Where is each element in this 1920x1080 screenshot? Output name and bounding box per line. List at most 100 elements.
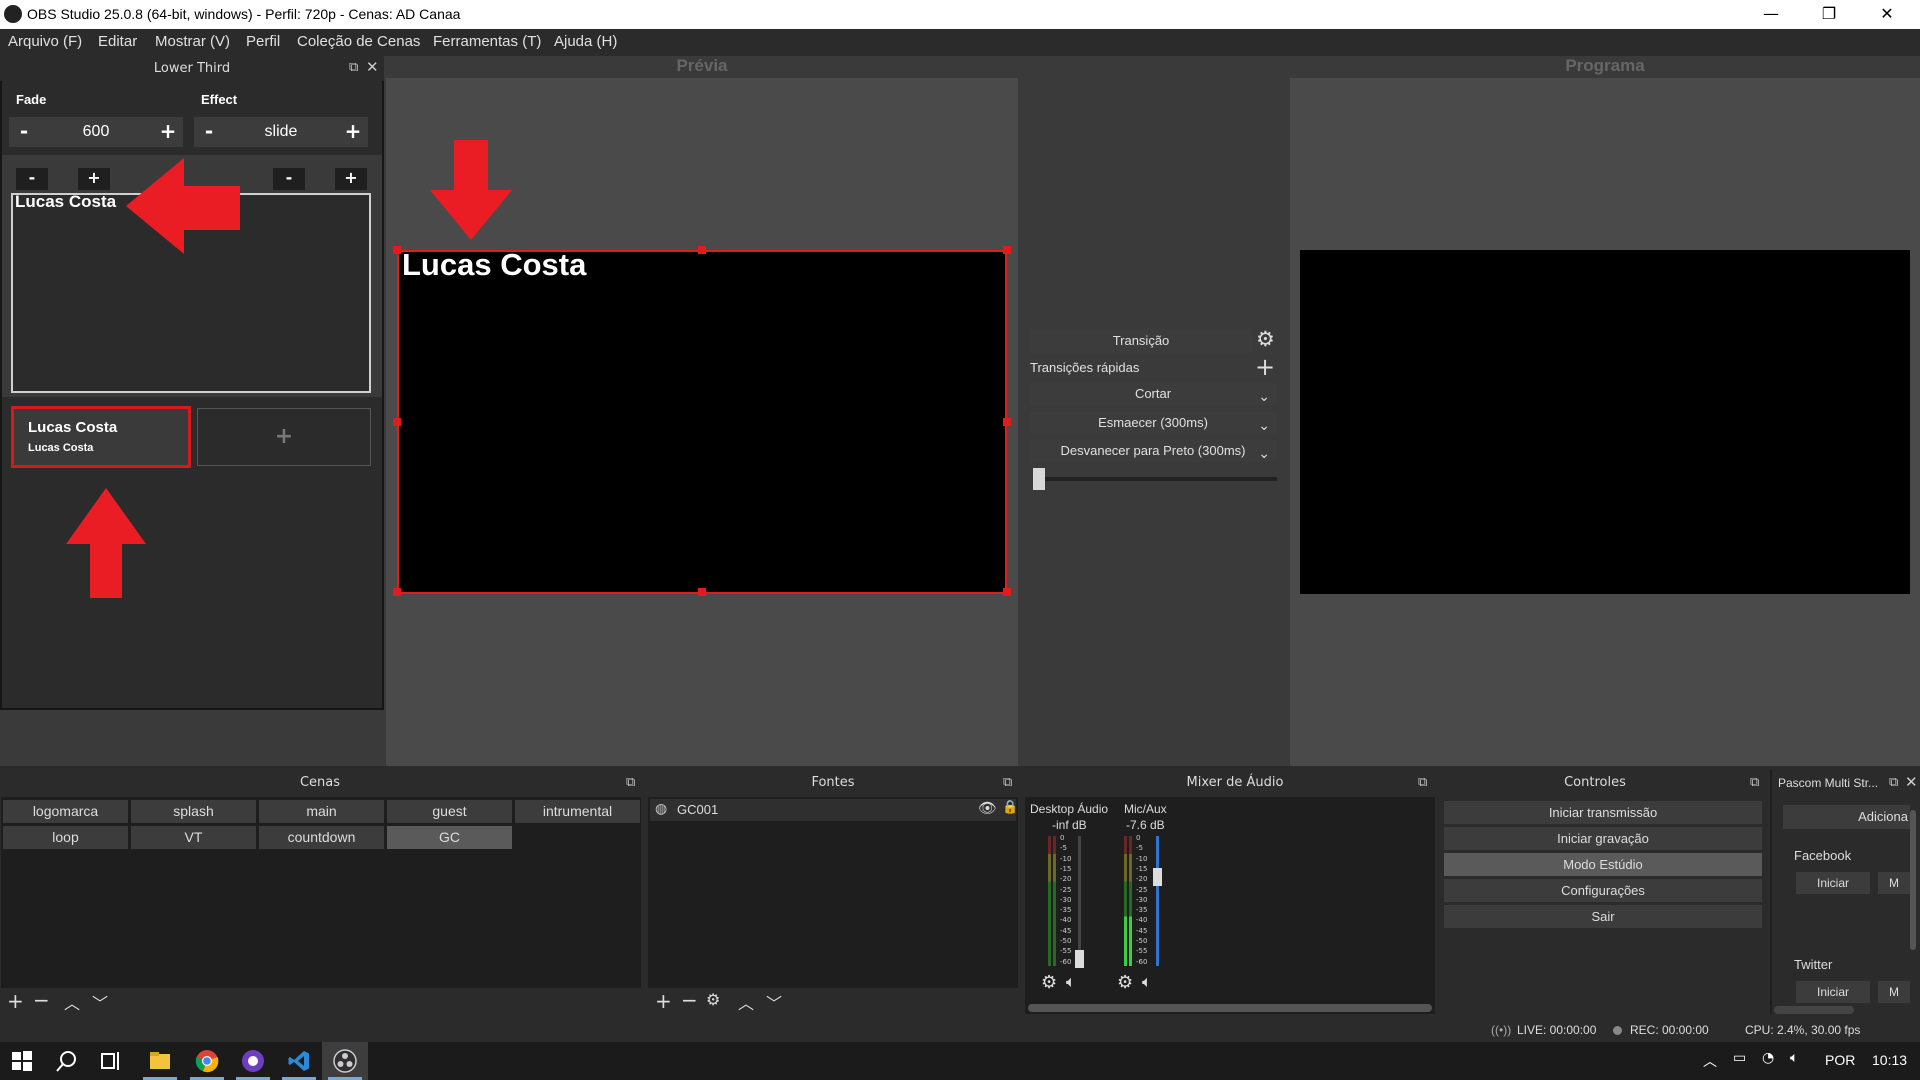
close-button[interactable]: ✕ (1858, 0, 1916, 29)
gear-icon[interactable]: ⚙ (706, 990, 720, 1009)
effect-next-button[interactable]: + (338, 117, 368, 147)
target-more-button[interactable]: M (1878, 981, 1910, 1003)
gear-icon[interactable]: ⚙ (1256, 327, 1275, 351)
quick-transition-cut[interactable]: Cortar ⌄ (1030, 383, 1276, 405)
close-dock-icon[interactable]: ✕ (1905, 773, 1918, 791)
add-quick-transition-icon[interactable]: + (1255, 353, 1275, 381)
fade-increase-button[interactable]: + (153, 117, 183, 147)
menu-perfil[interactable]: Perfil (246, 33, 280, 50)
float-dock-icon[interactable]: ⧉ (1003, 775, 1012, 790)
task-view-icon[interactable] (99, 1049, 123, 1073)
menu-ferramentas[interactable]: Ferramentas (T) (433, 33, 541, 50)
effect-value[interactable]: slide (224, 117, 338, 147)
scene-item[interactable]: loop (3, 826, 128, 849)
float-dock-icon[interactable]: ⧉ (626, 775, 635, 790)
studio-mode-button[interactable]: Modo Estúdio (1444, 853, 1762, 876)
size-decrease-button[interactable]: - (16, 168, 48, 190)
volume-slider-handle[interactable] (1153, 868, 1162, 886)
speaker-icon[interactable]: 🔈︎ (1066, 972, 1076, 992)
start-target-button[interactable]: Iniciar (1796, 981, 1870, 1003)
gear-icon[interactable]: ⚙ (1117, 972, 1133, 993)
add-target-button[interactable]: Adiciona (1783, 805, 1910, 829)
transition-button[interactable]: Transição (1030, 329, 1252, 353)
move-up-icon[interactable]: ︿ (738, 990, 754, 1014)
multistream-hscrollbar[interactable] (1774, 1006, 1854, 1014)
float-dock-icon[interactable]: ⧉ (1750, 775, 1759, 790)
chevron-down-icon[interactable]: ⌄ (1258, 442, 1270, 464)
quick-transition-fade-to-black[interactable]: Desvanecer para Preto (300ms) ⌄ (1030, 440, 1276, 462)
remove-scene-icon[interactable]: − (33, 988, 50, 1012)
start-streaming-button[interactable]: Iniciar transmissão (1444, 801, 1762, 824)
resize-handle[interactable] (393, 246, 401, 254)
chevron-down-icon[interactable]: ⌄ (1258, 414, 1270, 436)
file-explorer-icon[interactable] (148, 1049, 172, 1073)
volume-slider-handle[interactable] (1075, 950, 1084, 968)
resize-handle[interactable] (1003, 418, 1011, 426)
add-card-button[interactable]: + (197, 408, 371, 466)
line-decrease-button[interactable]: - (273, 168, 305, 190)
mixer-scrollbar[interactable] (1028, 1004, 1432, 1012)
language-indicator[interactable]: POR (1825, 1052, 1855, 1068)
scene-item[interactable]: main (259, 800, 384, 823)
battery-icon[interactable]: ▭ (1733, 1050, 1746, 1066)
scene-item[interactable]: intrumental (515, 800, 640, 823)
remove-source-icon[interactable]: − (681, 988, 698, 1012)
volume-slider-track[interactable] (1078, 836, 1081, 966)
search-icon[interactable] (55, 1049, 79, 1073)
preview-canvas[interactable]: Lucas Costa (397, 247, 1007, 594)
maximize-button[interactable]: ❐ (1800, 0, 1858, 29)
resize-handle[interactable] (1003, 588, 1011, 596)
gear-icon[interactable]: ⚙ (1041, 972, 1057, 993)
scene-item-active[interactable]: GC (387, 826, 512, 849)
menu-mostrar[interactable]: Mostrar (V) (155, 33, 230, 50)
windows-start-icon[interactable] (10, 1049, 34, 1073)
settings-button[interactable]: Configurações (1444, 879, 1762, 902)
lower-third-card[interactable]: Lucas Costa Lucas Costa (11, 406, 191, 468)
move-down-icon[interactable]: ﹀ (92, 990, 108, 1014)
move-up-icon[interactable]: ︿ (64, 990, 80, 1014)
obs-icon[interactable] (333, 1049, 357, 1073)
lock-icon[interactable]: 🔒 (1002, 800, 1018, 815)
vscode-icon[interactable] (287, 1049, 311, 1073)
resize-handle[interactable] (393, 418, 401, 426)
eye-icon[interactable]: 👁 (978, 799, 997, 817)
source-item[interactable]: ◍ GC001 👁 🔒 (650, 799, 1018, 821)
scene-item[interactable]: splash (131, 800, 256, 823)
app-icon[interactable] (241, 1049, 265, 1073)
add-scene-icon[interactable]: + (7, 989, 24, 1013)
float-dock-icon[interactable]: ⧉ (1889, 775, 1898, 790)
wifi-icon[interactable]: ◔ (1762, 1050, 1774, 1066)
exit-button[interactable]: Sair (1444, 905, 1762, 928)
scene-item[interactable]: VT (131, 826, 256, 849)
speaker-icon[interactable]: 🔈︎ (1142, 972, 1152, 992)
float-dock-icon[interactable]: ⧉ (349, 60, 358, 75)
resize-handle[interactable] (1003, 246, 1011, 254)
volume-icon[interactable]: 🔈︎ (1790, 1050, 1798, 1066)
menu-arquivo[interactable]: Arquivo (F) (8, 33, 82, 50)
move-down-icon[interactable]: ﹀ (766, 990, 782, 1014)
resize-handle[interactable] (698, 588, 706, 596)
tbar-track[interactable] (1035, 477, 1277, 481)
close-dock-icon[interactable]: ✕ (366, 58, 379, 76)
size-increase-button[interactable]: + (78, 168, 110, 190)
minimize-button[interactable]: — (1742, 0, 1800, 29)
fade-decrease-button[interactable]: - (9, 117, 39, 147)
resize-handle[interactable] (393, 588, 401, 596)
add-source-icon[interactable]: + (655, 989, 672, 1013)
tbar-handle[interactable] (1033, 468, 1045, 490)
clock[interactable]: 10:13 (1872, 1052, 1907, 1068)
menu-colecao-de-cenas[interactable]: Coleção de Cenas (297, 33, 420, 50)
effect-prev-button[interactable]: - (194, 117, 224, 147)
menu-editar[interactable]: Editar (98, 33, 137, 50)
target-more-button[interactable]: M (1878, 872, 1910, 894)
fade-value[interactable]: 600 (39, 117, 153, 147)
menu-ajuda[interactable]: Ajuda (H) (554, 33, 617, 50)
start-recording-button[interactable]: Iniciar gravação (1444, 827, 1762, 850)
scene-item[interactable]: guest (387, 800, 512, 823)
chevron-down-icon[interactable]: ⌄ (1258, 385, 1270, 407)
start-target-button[interactable]: Iniciar (1796, 872, 1870, 894)
resize-handle[interactable] (698, 246, 706, 254)
scene-item[interactable]: countdown (259, 826, 384, 849)
float-dock-icon[interactable]: ⧉ (1418, 775, 1427, 790)
volume-slider-track[interactable] (1156, 836, 1159, 966)
